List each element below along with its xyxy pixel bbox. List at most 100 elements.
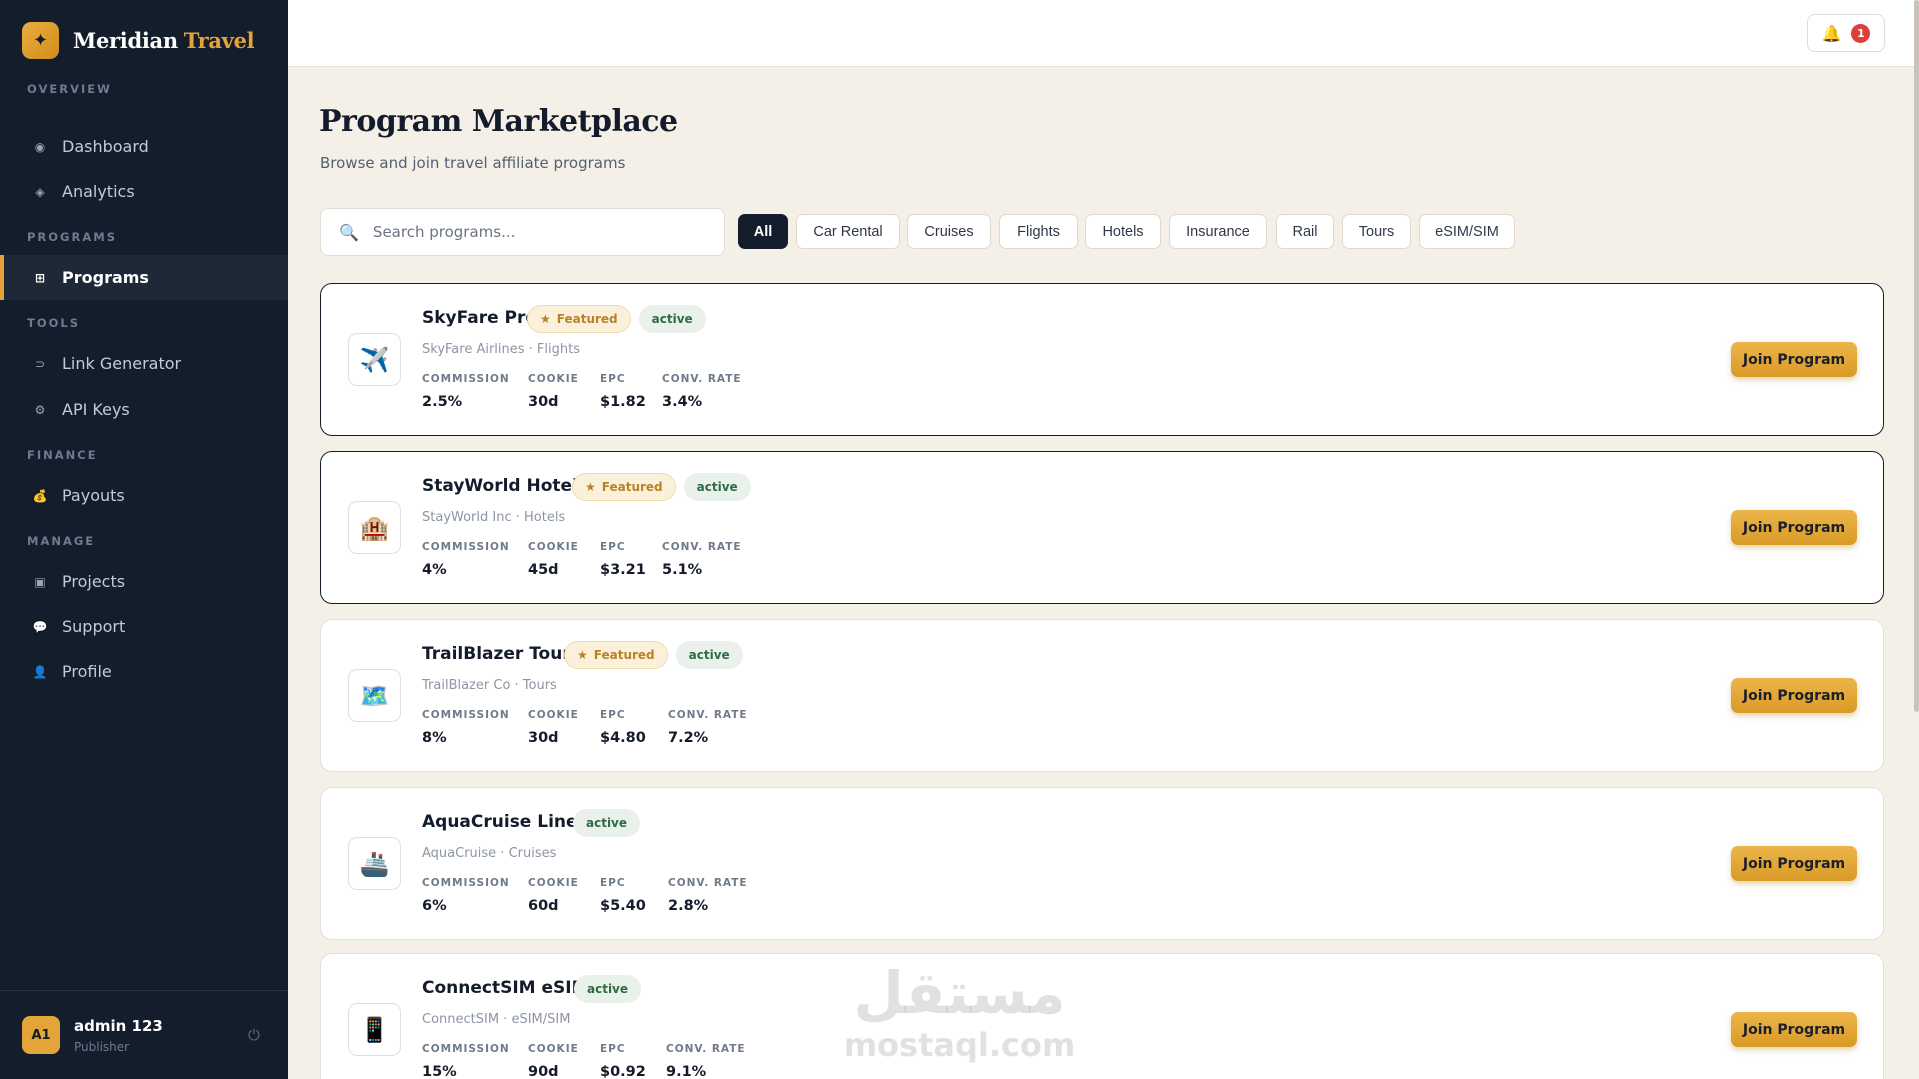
stat-epc: EPC $5.40 [600, 877, 646, 914]
star-icon: ★ [585, 480, 596, 494]
program-name: StayWorld Hotels [422, 476, 589, 496]
stat-epc: EPC $1.82 [600, 373, 646, 410]
search-icon: 🔍 [339, 222, 359, 242]
stat-commission: COMMISSION 15% [422, 1043, 510, 1079]
sidebar-item-label: API Keys [62, 400, 130, 419]
program-company: StayWorld Inc · Hotels [422, 510, 566, 525]
link-icon: ⊃ [34, 356, 46, 371]
filter-chip-hotels[interactable]: Hotels [1085, 214, 1161, 249]
sidebar-item-label: Link Generator [62, 354, 182, 373]
sidebar-item-analytics[interactable]: ◈ Analytics [0, 169, 288, 214]
nav-section-overview: OVERVIEW [27, 82, 112, 96]
gear-icon: ⚙ [34, 402, 46, 417]
program-card-stayworld-hotels[interactable]: 🏨 StayWorld Hotels ★ Featured active Stay… [320, 451, 1884, 604]
filter-chip-tours[interactable]: Tours [1342, 214, 1411, 249]
square-icon: ▣ [34, 574, 46, 589]
stat-conv-rate: CONV. RATE 3.4% [662, 373, 742, 410]
sidebar-item-dashboard[interactable]: ◉ Dashboard [0, 124, 288, 169]
search-box[interactable]: 🔍 [320, 208, 725, 256]
star-icon: ★ [577, 648, 588, 662]
page-title: Program Marketplace [319, 104, 678, 139]
grid-icon: ⊞ [34, 270, 46, 285]
sidebar-item-label: Dashboard [62, 137, 149, 156]
filter-chip-all[interactable]: All [738, 214, 788, 249]
filter-chip-esim[interactable]: eSIM/SIM [1419, 214, 1515, 249]
sidebar-item-label: Payouts [62, 486, 125, 505]
power-icon[interactable]: ⏻ [248, 1026, 264, 1044]
join-program-button[interactable]: Join Program [1731, 342, 1857, 377]
user-icon: 👤 [32, 664, 48, 679]
search-input[interactable] [372, 223, 713, 241]
stat-cookie: COOKIE 30d [528, 373, 579, 410]
stat-cookie: COOKIE 90d [528, 1043, 579, 1079]
program-name: TrailBlazer Tours [422, 644, 581, 664]
scrollbar-thumb[interactable] [1914, 0, 1919, 712]
bell-icon: 🔔 [1821, 23, 1842, 43]
sidebar-item-label: Programs [62, 268, 149, 287]
status-badge: active [573, 809, 641, 837]
program-card-aquacruise-lines[interactable]: 🚢 AquaCruise Lines active AquaCruise · C… [320, 787, 1884, 940]
compass-star-icon: ✦ [22, 22, 59, 59]
sidebar-item-profile[interactable]: 👤 Profile [0, 649, 288, 694]
filter-chip-car-rental[interactable]: Car Rental [796, 214, 900, 249]
avatar: A1 [22, 1016, 60, 1054]
notifications-button[interactable]: 🔔 1 [1807, 14, 1885, 52]
program-company: AquaCruise · Cruises [422, 846, 557, 861]
featured-badge: ★ Featured [527, 305, 631, 333]
chat-bubble-icon: 💬 [32, 619, 48, 634]
featured-badge: ★ Featured [572, 473, 676, 501]
top-bar [288, 0, 1919, 67]
program-card-connectsim-esim[interactable]: 📱 ConnectSIM eSIM active ConnectSIM · eS… [320, 953, 1884, 1079]
brand[interactable]: ✦ Meridian Travel [22, 22, 255, 59]
program-name: SkyFare Pro [422, 308, 538, 328]
status-badge: active [574, 975, 642, 1003]
filter-chip-rail[interactable]: Rail [1276, 214, 1334, 249]
user-name: admin 123 [74, 1016, 163, 1035]
page-subtitle: Browse and join travel affiliate program… [320, 154, 626, 172]
sidebar: ✦ Meridian Travel OVERVIEW ◉ Dashboard ◈ An… [0, 0, 288, 1079]
star-icon: ★ [540, 312, 551, 326]
diamond-icon: ◈ [35, 184, 45, 199]
stat-conv-rate: CONV. RATE 9.1% [666, 1043, 746, 1079]
filter-chip-flights[interactable]: Flights [999, 214, 1078, 249]
nav-section-finance: FINANCE [27, 448, 98, 462]
hotel-icon: 🏨 [348, 501, 401, 554]
featured-badge: ★ Featured [564, 641, 668, 669]
sidebar-item-payouts[interactable]: 💰 Payouts [0, 473, 288, 518]
status-badge: active [683, 473, 751, 501]
nav-section-manage: MANAGE [27, 534, 96, 548]
program-card-skyfare-pro[interactable]: ✈️ SkyFare Pro ★ Featured active SkyFare … [320, 283, 1884, 436]
phone-icon: 📱 [348, 1003, 401, 1056]
sidebar-item-api-keys[interactable]: ⚙ API Keys [0, 387, 288, 432]
sidebar-item-link-generator[interactable]: ⊃ Link Generator [0, 341, 288, 386]
join-program-button[interactable]: Join Program [1731, 846, 1857, 881]
stat-commission: COMMISSION 2.5% [422, 373, 510, 410]
nav-section-tools: TOOLS [27, 316, 81, 330]
program-name: AquaCruise Lines [422, 812, 588, 832]
filter-chip-cruises[interactable]: Cruises [907, 214, 991, 249]
join-program-button[interactable]: Join Program [1731, 1012, 1857, 1047]
program-name: ConnectSIM eSIM [422, 978, 589, 998]
brand-name: Meridian Travel [73, 28, 255, 53]
airplane-icon: ✈️ [348, 333, 401, 386]
stat-commission: COMMISSION 4% [422, 541, 510, 578]
sidebar-item-projects[interactable]: ▣ Projects [0, 559, 288, 604]
user-role: Publisher [74, 1039, 130, 1054]
stat-commission: COMMISSION 6% [422, 877, 510, 914]
sidebar-item-label: Analytics [62, 182, 135, 201]
filter-chip-insurance[interactable]: Insurance [1169, 214, 1267, 249]
join-program-button[interactable]: Join Program [1731, 510, 1857, 545]
sidebar-item-label: Projects [62, 572, 126, 591]
program-company: TrailBlazer Co · Tours [422, 678, 557, 693]
map-icon: 🗺️ [348, 669, 401, 722]
user-profile-box[interactable]: A1 admin 123 Publisher ⏻ [0, 990, 288, 1079]
sidebar-item-label: Profile [62, 662, 112, 681]
sidebar-item-programs[interactable]: ⊞ Programs [0, 255, 288, 300]
stat-conv-rate: CONV. RATE 5.1% [662, 541, 742, 578]
stat-epc: EPC $4.80 [600, 709, 646, 746]
stat-cookie: COOKIE 45d [528, 541, 579, 578]
join-program-button[interactable]: Join Program [1731, 678, 1857, 713]
stat-cookie: COOKIE 30d [528, 709, 579, 746]
program-card-trailblazer-tours[interactable]: 🗺️ TrailBlazer Tours ★ Featured active Tr… [320, 619, 1884, 772]
sidebar-item-support[interactable]: 💬 Support [0, 604, 288, 649]
